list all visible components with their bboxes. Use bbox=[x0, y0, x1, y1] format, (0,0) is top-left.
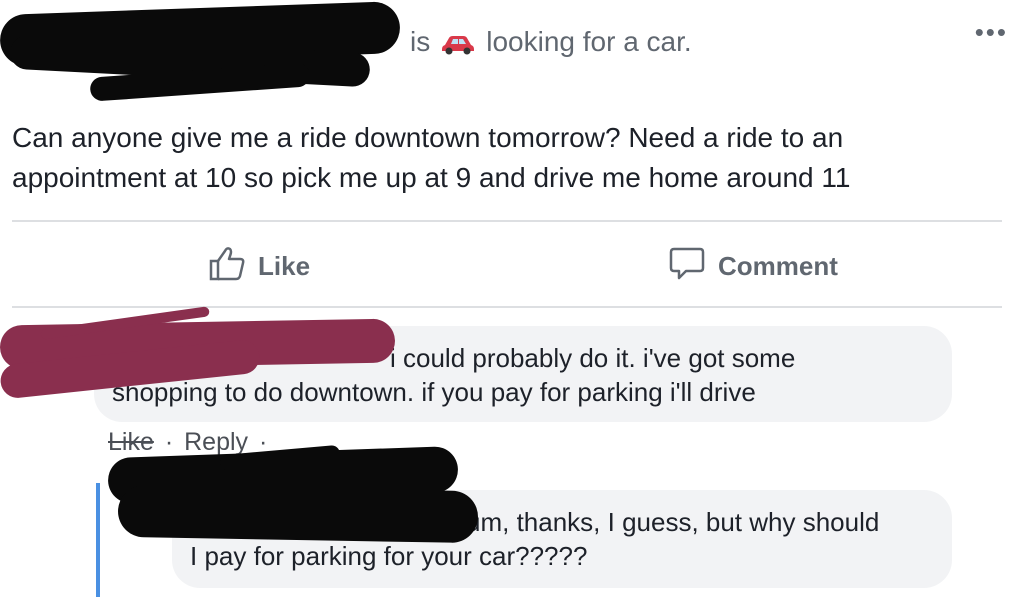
post-body-line: appointment at 10 so pick me up at 9 and… bbox=[12, 162, 851, 193]
comment-icon bbox=[668, 244, 706, 289]
like-button[interactable]: Like bbox=[208, 244, 310, 288]
status-text: looking for a car. bbox=[486, 26, 692, 57]
post-status: is looking for a car. bbox=[410, 22, 692, 62]
post-body-line: Can anyone give me a ride downtown tomor… bbox=[12, 122, 844, 153]
comment-label: Comment bbox=[718, 250, 838, 281]
comment-text-line: i could probably do it. i've got some bbox=[390, 343, 796, 373]
more-options-button[interactable]: ••• bbox=[975, 19, 1008, 45]
redacted-replier-name-scribble bbox=[117, 484, 479, 544]
comment-button[interactable]: Comment bbox=[668, 244, 838, 288]
thumbs-up-icon bbox=[208, 244, 246, 289]
post-body: Can anyone give me a ride downtown tomor… bbox=[12, 118, 1002, 198]
comment-reply-link[interactable]: Reply bbox=[184, 428, 248, 456]
reply-text-line: I pay for parking for your car????? bbox=[190, 541, 588, 571]
like-label: Like bbox=[258, 250, 311, 281]
meta-separator: · bbox=[164, 428, 174, 456]
comment-text-line: shopping to do downtown. if you pay for … bbox=[112, 377, 756, 407]
status-prefix: is bbox=[410, 26, 431, 57]
reply-text-line: um, thanks, I guess, but why should bbox=[466, 507, 880, 537]
reply-thread-line bbox=[96, 483, 100, 597]
divider bbox=[12, 220, 1002, 222]
car-icon bbox=[440, 30, 476, 55]
comment-like-link[interactable]: Like bbox=[108, 428, 154, 456]
divider bbox=[12, 306, 1002, 308]
